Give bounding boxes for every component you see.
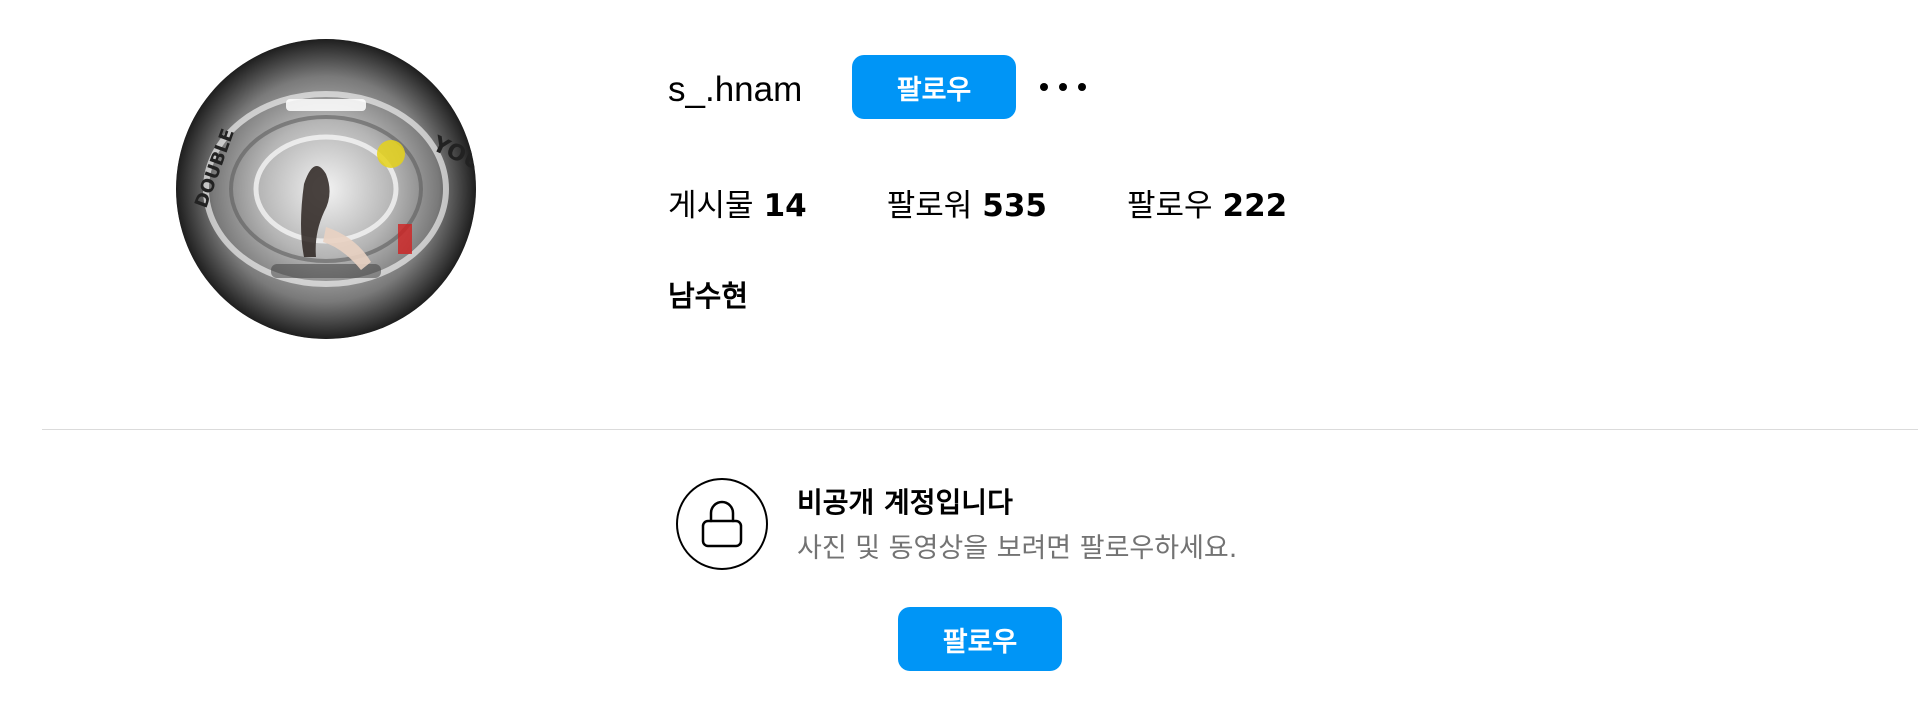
- profile-stats: 게시물 14 팔로워 535 팔로우 222: [668, 184, 1287, 228]
- private-account-title: 비공개 계정입니다: [797, 486, 1013, 519]
- avatar-image: YOUR DOUBLE: [176, 39, 476, 339]
- lock-icon-circle: [676, 478, 768, 570]
- more-horizontal-icon: [1078, 83, 1086, 91]
- divider: [42, 429, 1918, 430]
- private-account-subtitle: 사진 및 동영상을 보려면 팔로우하세요.: [797, 533, 1238, 564]
- stat-label: 팔로워: [886, 188, 973, 224]
- stat-value: 222: [1222, 188, 1288, 224]
- stat-label: 팔로우: [1126, 188, 1213, 224]
- stat-followers[interactable]: 팔로워 535: [887, 184, 1047, 228]
- lock-icon: [701, 500, 743, 548]
- follow-button-bottom[interactable]: 팔로우: [898, 607, 1062, 671]
- stat-posts: 게시물 14: [668, 184, 807, 228]
- stat-label: 게시물: [668, 188, 754, 224]
- more-horizontal-icon: [1040, 83, 1048, 91]
- more-options-button[interactable]: [1040, 70, 1086, 104]
- stat-following[interactable]: 팔로우 222: [1127, 184, 1287, 228]
- profile-page: YOUR DOUBLE s_.hnam 팔로우 게시물 14 팔로워 535 팔…: [0, 0, 1918, 702]
- stat-value: 535: [982, 188, 1047, 224]
- username: s_.hnam: [668, 70, 803, 109]
- more-horizontal-icon: [1059, 83, 1067, 91]
- follow-button[interactable]: 팔로우: [852, 55, 1016, 119]
- stat-value: 14: [763, 188, 807, 224]
- profile-avatar[interactable]: YOUR DOUBLE: [176, 39, 476, 339]
- full-name: 남수현: [668, 279, 749, 313]
